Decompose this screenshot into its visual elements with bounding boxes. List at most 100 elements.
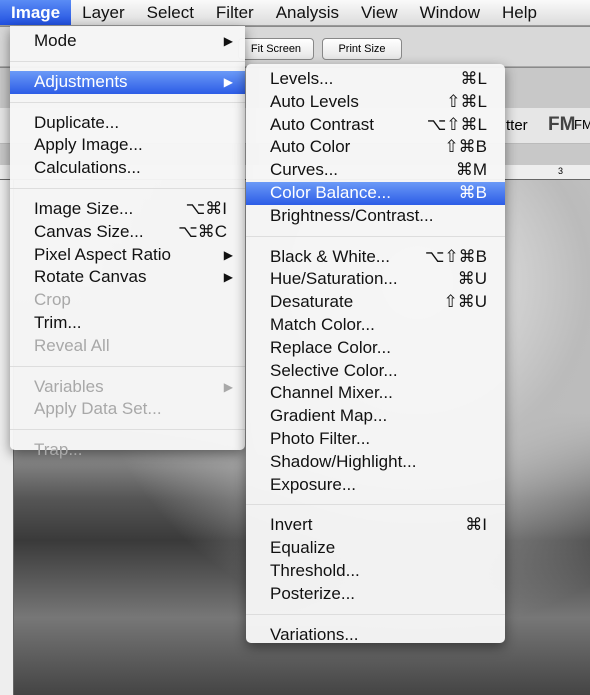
image-menu: Mode ▶ Adjustments ▶ Duplicate... Apply Image… [10, 26, 245, 459]
menu-item-label: Replace Color... [270, 337, 391, 357]
shortcut-label: ⌥⌘C [178, 221, 227, 241]
menu-item-match-color[interactable]: Match Color... [246, 314, 505, 337]
shortcut-label: ⇧⌘U [443, 292, 487, 312]
print-size-button[interactable]: Print Size [322, 38, 402, 60]
menu-item-trim[interactable]: Trim... [10, 312, 245, 335]
menu-item-hue-saturation[interactable]: Hue/Saturation... ⌘U [246, 268, 505, 291]
menu-item-canvas-size[interactable]: Canvas Size... ⌥⌘C [10, 221, 245, 244]
menu-select[interactable]: Select [136, 0, 205, 25]
menu-item-label: Auto Color [270, 137, 351, 157]
menu-item-adjustments[interactable]: Adjustments ▶ [10, 70, 245, 94]
menu-layer[interactable]: Layer [71, 0, 136, 25]
menu-separator [246, 504, 505, 506]
menu-item-label: Desaturate [270, 292, 354, 312]
menu-item-mode[interactable]: Mode ▶ [10, 30, 245, 53]
menu-item-trap: Trap... [10, 439, 245, 462]
menu-item-rotate-canvas[interactable]: Rotate Canvas ▶ [10, 266, 245, 289]
menu-item-label: Adjustments [34, 71, 128, 91]
menu-item-label: Image Size... [34, 198, 134, 218]
submenu-arrow-icon: ▶ [223, 247, 233, 262]
menu-item-calculations[interactable]: Calculations... [10, 157, 245, 180]
adjustments-submenu: Levels... ⌘L Auto Levels ⇧⌘L Auto Contrast ⌥⇧… [246, 64, 505, 644]
submenu-arrow-icon: ▶ [223, 74, 233, 89]
menu-item-label: Match Color... [270, 314, 375, 334]
menu-item-auto-contrast[interactable]: Auto Contrast ⌥⇧⌘L [246, 114, 505, 137]
menu-item-label: Selective Color... [270, 360, 398, 380]
menu-item-variations[interactable]: Variations... [246, 624, 505, 647]
menu-item-gradient-map[interactable]: Gradient Map... [246, 405, 505, 428]
menu-item-pixel-aspect-ratio[interactable]: Pixel Aspect Ratio ▶ [10, 244, 245, 267]
menu-item-color-balance[interactable]: Color Balance... ⌘B [246, 181, 505, 205]
menu-image[interactable]: Image [0, 0, 72, 25]
menu-separator [246, 613, 505, 615]
menu-item-label: Canvas Size... [34, 221, 144, 241]
menu-item-auto-color[interactable]: Auto Color ⇧⌘B [246, 136, 505, 159]
menu-item-label: Variations... [270, 624, 359, 644]
menu-item-label: Pixel Aspect Ratio [34, 244, 172, 264]
menu-separator [10, 187, 245, 189]
menu-item-brightness-contrast[interactable]: Brightness/Contrast... [246, 205, 505, 228]
menu-item-desaturate[interactable]: Desaturate ⇧⌘U [246, 291, 505, 314]
submenu-arrow-icon: ▶ [223, 34, 233, 48]
bookmark-text[interactable]: tter [506, 117, 528, 134]
menu-item-threshold[interactable]: Threshold... [246, 560, 505, 583]
menu-item-apply-data-set: Apply Data Set... [10, 398, 245, 421]
menu-item-equalize[interactable]: Equalize [246, 537, 505, 560]
menu-item-label: Auto Levels [270, 91, 359, 111]
menu-item-label: Calculations... [34, 158, 141, 178]
menu-item-label: Channel Mixer... [270, 383, 393, 403]
menu-item-label: Trim... [34, 312, 82, 332]
menu-item-label: Crop [34, 290, 71, 310]
shortcut-label: ⇧⌘L [446, 91, 487, 111]
menu-item-duplicate[interactable]: Duplicate... [10, 112, 245, 135]
menu-item-label: Apply Data Set... [34, 399, 162, 419]
menu-item-posterize[interactable]: Posterize... [246, 583, 505, 606]
shortcut-label: ⌘I [465, 515, 487, 535]
menu-separator [246, 235, 505, 237]
menu-bar: Image Layer Select Filter Analysis View Window… [0, 0, 590, 26]
menu-item-label: Levels... [270, 69, 334, 88]
menu-item-label: Duplicate... [34, 112, 120, 132]
menu-item-exposure[interactable]: Exposure... [246, 474, 505, 497]
menu-item-label: Reveal All [34, 335, 110, 355]
menu-item-selective-color[interactable]: Selective Color... [246, 360, 505, 383]
menu-item-channel-mixer[interactable]: Channel Mixer... [246, 382, 505, 405]
menu-item-label: Curves... [270, 160, 339, 180]
menu-separator [10, 365, 245, 367]
menu-item-variables: Variables ▶ [10, 376, 245, 399]
submenu-arrow-icon: ▶ [223, 270, 233, 285]
menu-window[interactable]: Window [409, 0, 491, 25]
menu-item-label: Invert [270, 515, 313, 535]
shortcut-label: ⌥⇧⌘L [426, 114, 487, 134]
menu-item-levels[interactable]: Levels... ⌘L [246, 68, 505, 91]
menu-item-replace-color[interactable]: Replace Color... [246, 337, 505, 360]
menu-item-label: Trap... [34, 440, 83, 460]
menu-analysis[interactable]: Analysis [265, 0, 350, 25]
menu-item-photo-filter[interactable]: Photo Filter... [246, 428, 505, 451]
menu-item-auto-levels[interactable]: Auto Levels ⇧⌘L [246, 91, 505, 114]
menu-item-apply-image[interactable]: Apply Image... [10, 134, 245, 157]
shortcut-label: ⇧⌘B [444, 137, 487, 157]
menu-item-label: Mode [34, 31, 77, 50]
menu-item-shadow-highlight[interactable]: Shadow/Highlight... [246, 451, 505, 474]
menu-item-label: Equalize [270, 538, 336, 558]
menu-item-label: Variables [34, 376, 104, 396]
fm-logo: FM [548, 114, 576, 135]
shortcut-label: ⌘B [458, 182, 487, 202]
menu-separator [10, 101, 245, 103]
menu-help[interactable]: Help [491, 0, 548, 25]
shortcut-label: ⌘U [457, 269, 487, 289]
menu-item-curves[interactable]: Curves... ⌘M [246, 159, 505, 182]
fm-logo-text: FM [574, 117, 590, 132]
menu-item-invert[interactable]: Invert ⌘I [246, 514, 505, 537]
menu-item-black-white[interactable]: Black & White... ⌥⇧⌘B [246, 246, 505, 269]
menu-item-label: Gradient Map... [270, 406, 388, 426]
menu-item-label: Brightness/Contrast... [270, 205, 434, 225]
shortcut-label: ⌥⇧⌘B [424, 246, 487, 266]
fit-screen-button[interactable]: Fit Screen [238, 38, 314, 60]
submenu-arrow-icon: ▶ [223, 379, 233, 394]
menu-view[interactable]: View [350, 0, 409, 25]
menu-filter[interactable]: Filter [205, 0, 265, 25]
menu-item-image-size[interactable]: Image Size... ⌥⌘I [10, 198, 245, 221]
menu-item-label: Posterize... [270, 583, 356, 603]
